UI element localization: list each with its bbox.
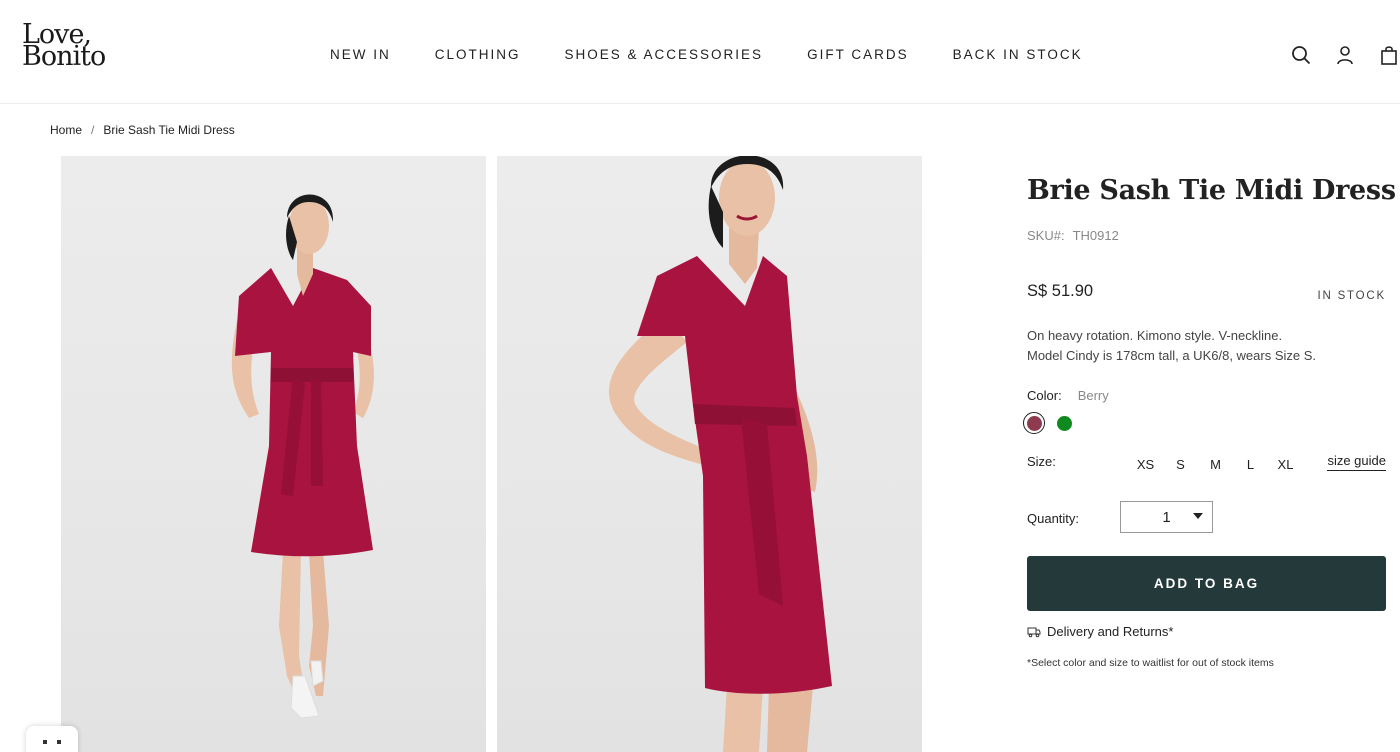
user-icon[interactable] — [1334, 44, 1356, 66]
swatch-dot-berry — [1026, 415, 1042, 431]
delivery-returns-link[interactable]: Delivery and Returns* — [1027, 624, 1173, 639]
model-front-illustration — [231, 194, 374, 719]
color-swatch-green[interactable] — [1053, 412, 1075, 434]
delivery-returns-label: Delivery and Returns* — [1047, 624, 1174, 639]
logo-line-2: Bonito — [22, 41, 106, 72]
nav-item-new-in[interactable]: NEW IN — [330, 47, 391, 62]
size-option-l[interactable]: L — [1233, 457, 1268, 472]
breadcrumb-separator: / — [91, 123, 95, 137]
sku-value: TH0912 — [1072, 228, 1119, 243]
quantity-value: 1 — [1162, 508, 1171, 526]
color-swatches — [1023, 412, 1083, 434]
nav-item-clothing[interactable]: CLOTHING — [435, 47, 521, 62]
site-header: Love, Bonito NEW IN CLOTHING SHOES & ACC… — [0, 0, 1400, 104]
size-option-s[interactable]: S — [1163, 457, 1198, 472]
sku-label: SKU#: — [1027, 228, 1065, 243]
breadcrumb-home[interactable]: Home — [50, 123, 82, 137]
add-to-bag-button[interactable]: ADD TO BAG — [1027, 556, 1386, 611]
bag-icon[interactable] — [1378, 44, 1400, 66]
chevron-down-icon — [1193, 513, 1203, 519]
nav-item-gift-cards[interactable]: GIFT CARDS — [807, 47, 909, 62]
main-nav: NEW IN CLOTHING SHOES & ACCESSORIES GIFT… — [330, 47, 1127, 62]
color-label: Color: — [1027, 388, 1062, 403]
quantity-select[interactable]: 1 — [1120, 501, 1213, 533]
model-side-illustration — [608, 156, 832, 752]
size-option-m[interactable]: M — [1198, 457, 1233, 472]
product-image-side[interactable] — [497, 156, 922, 752]
header-icons — [1268, 44, 1400, 66]
product-price: S$ 51.90 — [1027, 282, 1094, 300]
quantity-label: Quantity: — [1027, 511, 1080, 526]
description-line-1: On heavy rotation. Kimono style. V-neckl… — [1027, 328, 1283, 343]
product-description: On heavy rotation. Kimono style. V-neckl… — [1027, 326, 1316, 366]
nav-item-back-in-stock[interactable]: BACK IN STOCK — [953, 47, 1083, 62]
chat-widget-button[interactable] — [26, 726, 78, 752]
chat-icon-eye-left — [43, 740, 47, 744]
size-options: XS S M L XL — [1128, 457, 1303, 472]
size-guide-link[interactable]: size guide — [1327, 453, 1386, 471]
product-title: Brie Sash Tie Midi Dress — [1027, 175, 1396, 206]
size-label: Size: — [1027, 454, 1056, 469]
waitlist-note: *Select color and size to waitlist for o… — [1027, 657, 1274, 669]
size-option-xs[interactable]: XS — [1128, 457, 1163, 472]
color-value: Berry — [1077, 388, 1109, 403]
search-icon[interactable] — [1290, 44, 1312, 66]
breadcrumb-current: Brie Sash Tie Midi Dress — [103, 123, 235, 137]
description-line-2: Model Cindy is 178cm tall, a UK6/8, wear… — [1027, 348, 1317, 363]
product-sku: SKU#: TH0912 — [1027, 228, 1119, 243]
chat-icon-eye-right — [57, 740, 61, 744]
product-image-front[interactable] — [61, 156, 486, 752]
color-row: Color: Berry — [1027, 388, 1109, 403]
color-swatch-berry[interactable] — [1023, 412, 1045, 434]
brand-logo[interactable]: Love, Bonito — [22, 21, 122, 72]
nav-item-shoes-accessories[interactable]: SHOES & ACCESSORIES — [565, 47, 764, 62]
swatch-dot-green — [1056, 415, 1072, 431]
breadcrumb: Home / Brie Sash Tie Midi Dress — [50, 123, 235, 137]
stock-status: IN STOCK — [1317, 290, 1386, 302]
size-option-xl[interactable]: XL — [1268, 457, 1303, 472]
truck-icon — [1027, 627, 1041, 637]
